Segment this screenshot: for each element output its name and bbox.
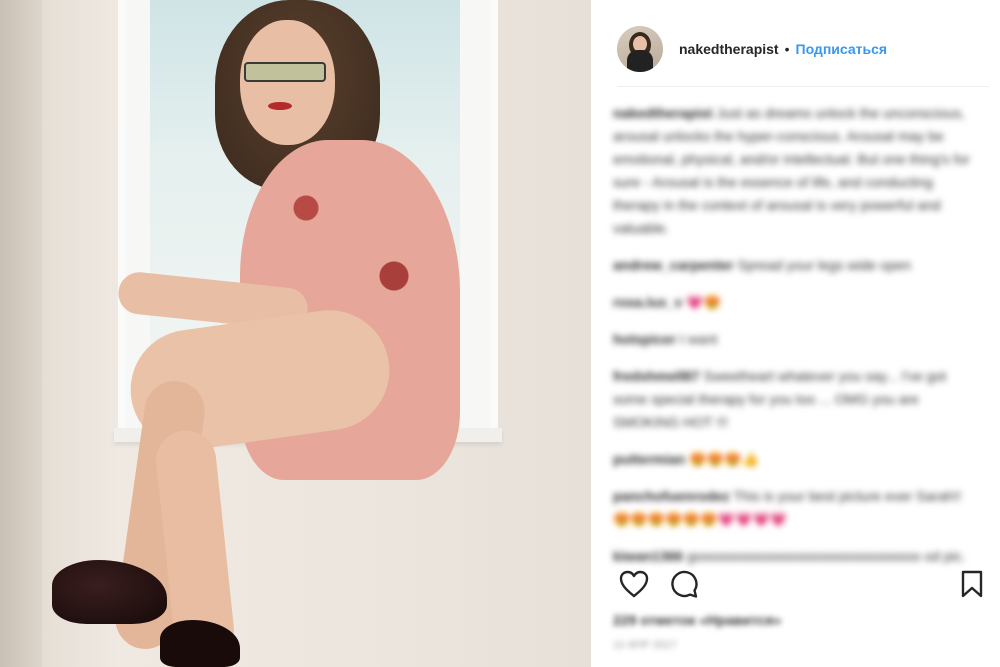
comment-user[interactable]: andrew_carpenter — [613, 257, 734, 273]
bookmark-icon — [961, 570, 983, 598]
comment-item: rosa.lux_v 💗😍 — [613, 291, 973, 314]
caption-author[interactable]: nakedtherapist — [613, 105, 713, 121]
comment-button[interactable] — [667, 567, 701, 601]
like-button[interactable] — [617, 567, 651, 601]
comment-item: puttermian 😍😍😍👍 — [613, 448, 973, 471]
comment-text: Spread your legs wide open — [737, 257, 912, 273]
post-date: 12 АПР 2017 — [613, 640, 677, 651]
post-photo[interactable] — [0, 0, 591, 667]
follow-button[interactable]: Подписаться — [796, 41, 888, 57]
comment-item: hotspicer I want — [613, 328, 973, 351]
comment-user[interactable]: panchofuenrodez — [613, 488, 730, 504]
comment-item: panchofuenrodez This is your best pictur… — [613, 485, 973, 531]
instagram-post: nakedtherapist • Подписаться nakedtherap… — [0, 0, 1000, 667]
separator-dot: • — [784, 41, 790, 57]
comment-icon — [671, 570, 698, 598]
avatar-body — [627, 50, 653, 72]
post-header: nakedtherapist • Подписаться — [617, 12, 989, 87]
comment-user[interactable]: fredshmell87 — [613, 368, 699, 384]
username-link[interactable]: nakedtherapist — [679, 41, 779, 57]
comment-item: andrew_carpenter Spread your legs wide o… — [613, 254, 973, 277]
post-side-panel: nakedtherapist • Подписаться nakedtherap… — [591, 0, 1000, 667]
comment-item: kiwan1366 gooooooooooooooooooooooooooooo… — [613, 545, 973, 564]
likes-count[interactable]: 229 отметок «Нравится» — [613, 612, 781, 628]
avatar[interactable] — [617, 26, 663, 72]
comment-text: 💗😍 — [686, 294, 722, 310]
comment-text: I want — [679, 331, 718, 347]
heart-icon — [619, 570, 649, 598]
comment-user[interactable]: hotspicer — [613, 331, 676, 347]
caption-text: Just as dreams unlock the unconscious, a… — [613, 105, 970, 236]
figure-face — [240, 20, 335, 145]
comment-text: 😍😍😍👍 — [689, 451, 759, 467]
comment-item: fredshmell87 Sweetheart whatever you say… — [613, 365, 973, 434]
figure-glasses — [244, 62, 326, 82]
comment-user[interactable]: rosa.lux_v — [613, 294, 682, 310]
action-bar — [617, 564, 989, 604]
comment-user[interactable]: puttermian — [613, 451, 685, 467]
save-button[interactable] — [955, 567, 989, 601]
comment-user[interactable]: kiwan1366 — [613, 548, 683, 564]
comments-list[interactable]: nakedtherapist Just as dreams unlock the… — [613, 102, 973, 564]
figure-lips — [268, 102, 292, 110]
wall-shadow — [0, 0, 42, 667]
caption: nakedtherapist Just as dreams unlock the… — [613, 102, 973, 240]
